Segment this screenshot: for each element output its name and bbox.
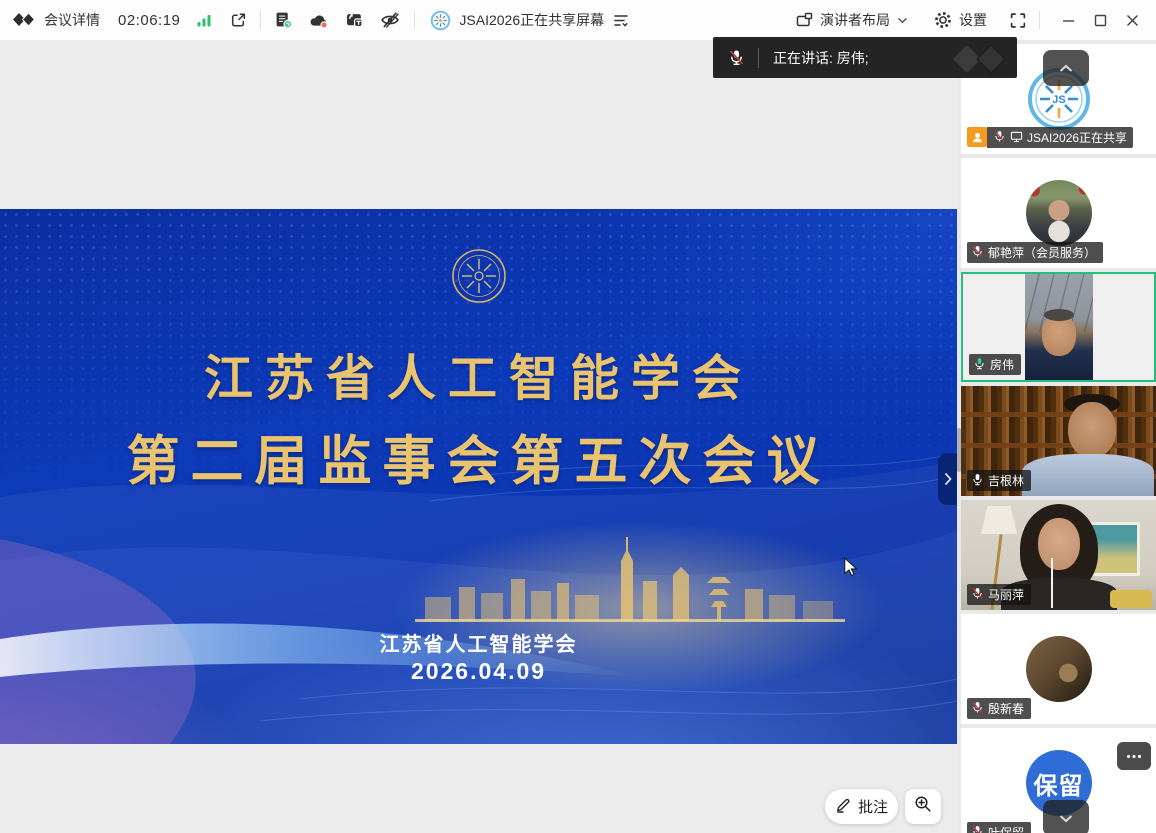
slide-skyline bbox=[415, 535, 845, 623]
app-logo-icon bbox=[12, 10, 38, 30]
slide-footer-org: 江苏省人工智能学会 bbox=[0, 628, 957, 657]
collapse-sidebar-button[interactable] bbox=[1043, 50, 1089, 86]
mic-active-icon bbox=[973, 357, 986, 373]
participant-name: 房伟 bbox=[990, 356, 1014, 373]
pen-icon bbox=[835, 796, 852, 817]
avatar bbox=[1026, 636, 1092, 702]
participant-label: 郁艳萍（会员服务） bbox=[967, 242, 1103, 263]
cloud-status-icon[interactable] bbox=[309, 12, 329, 29]
zoom-in-button[interactable] bbox=[905, 789, 941, 824]
docs-status-icon[interactable] bbox=[274, 11, 293, 29]
participant-name: 叶保留 bbox=[988, 824, 1024, 833]
ellipsis-icon bbox=[1126, 754, 1142, 759]
participant-tile-yuyanping[interactable]: 郁艳萍（会员服务） bbox=[961, 158, 1156, 268]
settings-button[interactable]: 设置 bbox=[934, 10, 987, 30]
svg-text:JS: JS bbox=[1052, 94, 1065, 106]
participant-name: JSAI2026正在共享 bbox=[1027, 129, 1127, 146]
participant-label: 吉根林 bbox=[967, 470, 1031, 491]
participant-tile-maliping[interactable]: 马丽萍 bbox=[961, 500, 1156, 610]
participant-tile-fangwei[interactable]: 房伟 bbox=[961, 272, 1156, 382]
minimize-button[interactable] bbox=[1052, 0, 1084, 40]
caption-broadcast-icon[interactable] bbox=[345, 11, 364, 29]
meeting-timer: 02:06:19 bbox=[118, 12, 180, 29]
mic-muted-icon bbox=[971, 825, 984, 833]
mouse-cursor bbox=[843, 557, 858, 582]
participant-name: 殷新春 bbox=[988, 700, 1024, 717]
pop-out-window-icon[interactable] bbox=[230, 12, 247, 28]
slide-emblem-icon bbox=[450, 247, 508, 310]
chevron-up-icon bbox=[1059, 64, 1073, 73]
participant-tile-jigenlin[interactable]: 吉根林 bbox=[961, 386, 1156, 496]
host-badge-icon bbox=[967, 127, 987, 147]
participants-sidebar: JS JSAI2026正在共享 bbox=[957, 40, 1156, 833]
fullscreen-button[interactable] bbox=[1009, 12, 1027, 29]
presentation-slide: 江苏省人工智能学会 第二届监事会第五次会议 bbox=[0, 209, 957, 744]
screen-share-icon bbox=[1010, 130, 1023, 146]
more-options-button[interactable] bbox=[1117, 742, 1151, 770]
slide-title-line1: 江苏省人工智能学会 bbox=[0, 339, 957, 410]
slide-footer-date: 2026.04.09 bbox=[0, 658, 957, 685]
participant-label: JSAI2026正在共享 bbox=[967, 127, 1133, 148]
next-page-tab[interactable] bbox=[938, 453, 957, 505]
chevron-right-icon bbox=[943, 472, 953, 486]
annotate-button-label: 批注 bbox=[858, 796, 888, 817]
avatar bbox=[1026, 180, 1092, 246]
slide-title-line2: 第二届监事会第五次会议 bbox=[0, 419, 957, 495]
titlebar: 会议详情 02:06:19 bbox=[0, 0, 1156, 40]
jsai-logo-icon bbox=[430, 10, 451, 31]
magnifier-plus-icon bbox=[914, 795, 932, 818]
chevron-down-icon bbox=[897, 17, 908, 24]
maximize-button[interactable] bbox=[1084, 0, 1116, 40]
mic-muted-icon bbox=[971, 587, 984, 603]
mic-on-icon bbox=[971, 473, 984, 489]
annotate-button[interactable]: 批注 bbox=[825, 789, 898, 824]
layout-icon bbox=[796, 12, 813, 28]
close-button[interactable] bbox=[1116, 0, 1148, 40]
participant-name: 郁艳萍（会员服务） bbox=[988, 244, 1096, 261]
network-signal-icon[interactable] bbox=[196, 13, 212, 28]
layout-button-label: 演讲者布局 bbox=[820, 10, 890, 30]
participant-name: 马丽萍 bbox=[988, 586, 1024, 603]
speaking-toast: 正在讲话: 房伟; bbox=[713, 37, 1017, 78]
gear-icon bbox=[934, 11, 952, 29]
scroll-down-button[interactable] bbox=[1043, 800, 1089, 833]
participant-label: 叶保留 bbox=[967, 822, 1031, 833]
meeting-window: 会议详情 02:06:19 bbox=[0, 0, 1156, 833]
list-icon[interactable] bbox=[613, 13, 629, 27]
mic-muted-icon bbox=[728, 49, 745, 66]
settings-button-label: 设置 bbox=[959, 10, 987, 30]
mic-muted-icon bbox=[971, 701, 984, 717]
participant-tile-yinxinchun[interactable]: 殷新春 bbox=[961, 614, 1156, 724]
sharing-status-text: JSAI2026正在共享屏幕 bbox=[459, 10, 604, 30]
layout-button[interactable]: 演讲者布局 bbox=[796, 10, 908, 30]
meeting-details-button[interactable]: 会议详情 bbox=[44, 10, 100, 30]
mic-muted-icon bbox=[993, 130, 1006, 146]
sidebar-scrollbar[interactable] bbox=[957, 428, 961, 472]
participant-label: 殷新春 bbox=[967, 698, 1031, 719]
participant-label: 房伟 bbox=[969, 354, 1021, 375]
shared-screen-area: 江苏省人工智能学会 第二届监事会第五次会议 bbox=[0, 40, 957, 833]
watermark-logo-icon bbox=[949, 39, 1015, 78]
chevron-down-icon bbox=[1059, 814, 1073, 823]
participant-label: 马丽萍 bbox=[967, 584, 1031, 605]
mic-muted-icon bbox=[971, 245, 984, 261]
participant-name: 吉根林 bbox=[988, 472, 1024, 489]
hide-view-icon[interactable] bbox=[379, 11, 401, 29]
speaking-toast-text: 正在讲话: 房伟; bbox=[773, 48, 869, 68]
avatar-initials: 保留 bbox=[1034, 766, 1084, 801]
